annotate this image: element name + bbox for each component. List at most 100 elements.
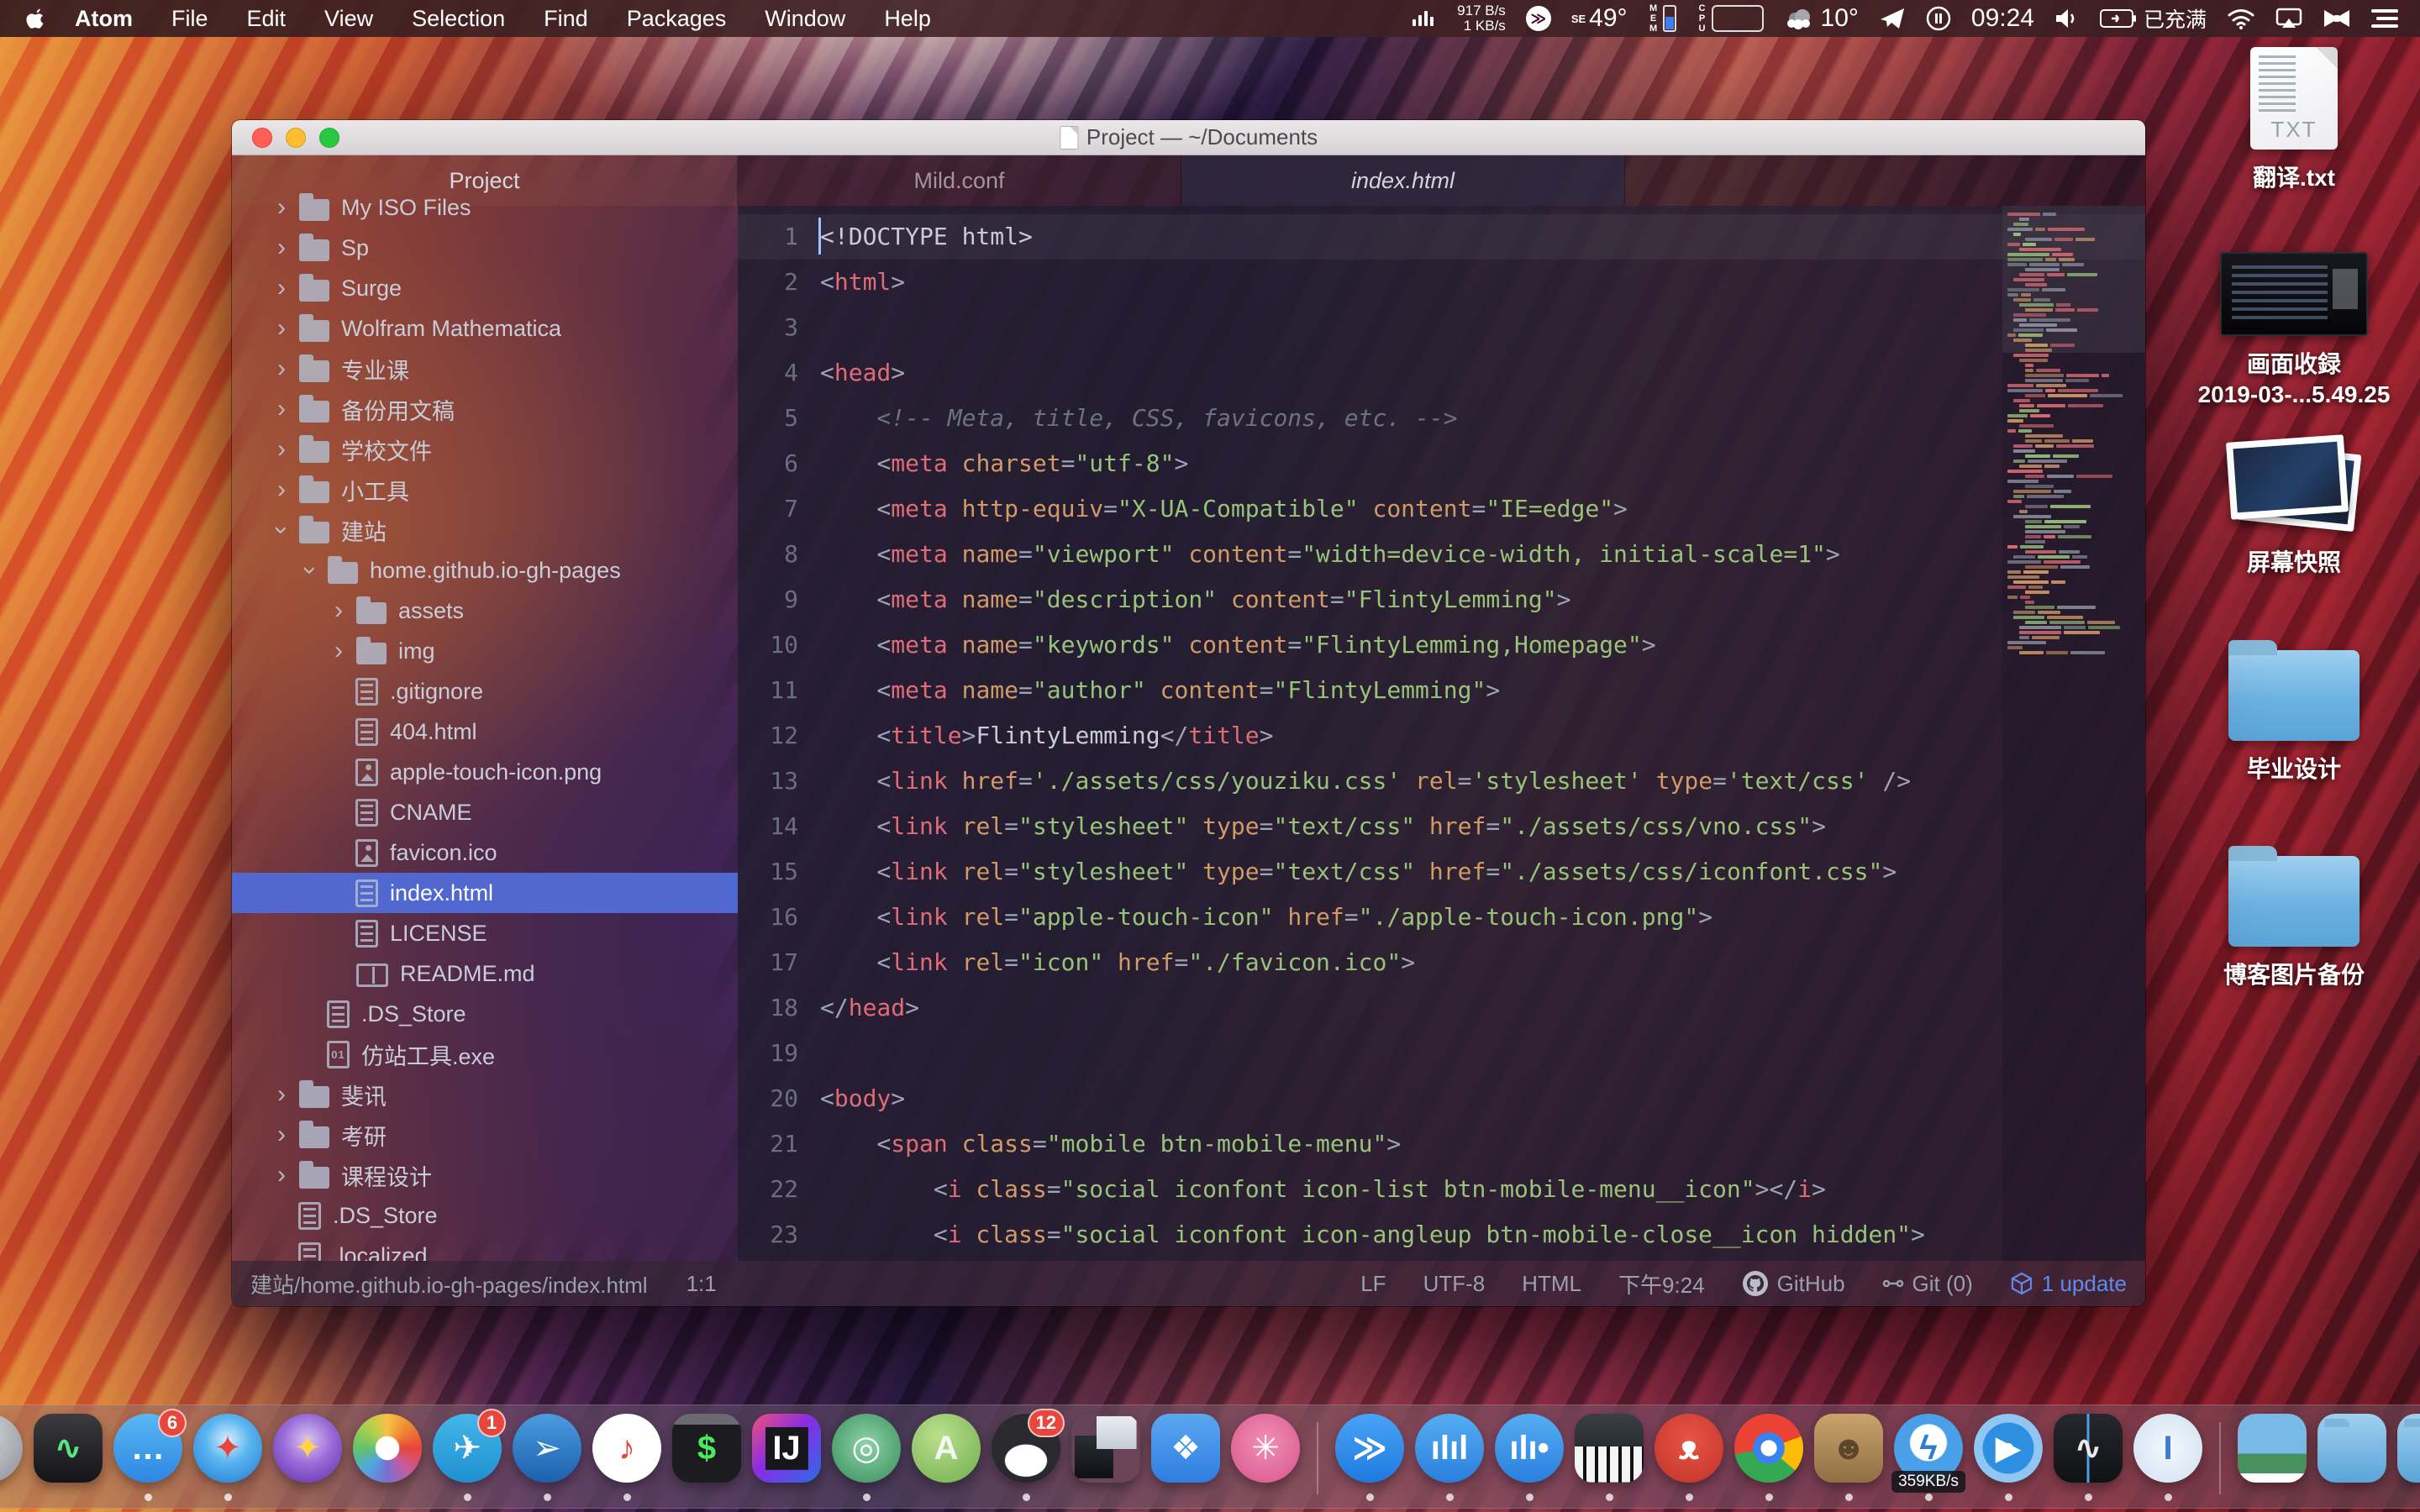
chevron-icon[interactable]: ›	[267, 517, 296, 543]
tree-item-assets[interactable]: ›assets	[232, 591, 738, 631]
menu-item-selection[interactable]: Selection	[392, 0, 524, 37]
tree-item--[interactable]: ›考研	[232, 1115, 738, 1155]
dock-media-player[interactable]: ▶	[1973, 1414, 2044, 1504]
tree-item-home.github.io-gh-pages[interactable]: ›home.github.io-gh-pages	[232, 550, 738, 591]
dock-intellij-idea[interactable]: IJ	[751, 1414, 822, 1504]
desktop-file-recording[interactable]: 画面收録 2019-03-...5.49.25	[2168, 252, 2420, 408]
status-cursor-position[interactable]: 1:1	[687, 1271, 717, 1297]
dock-contacts-folder[interactable]: ☻	[1813, 1414, 1884, 1504]
dock-telegram[interactable]: ✈1	[432, 1414, 502, 1504]
dock-oval-i-app[interactable]: I	[2133, 1414, 2203, 1504]
tree-item-img[interactable]: ›img	[232, 631, 738, 671]
status-time[interactable]: 下午9:24	[1618, 1268, 1705, 1299]
dock-thunder-downloader[interactable]: ϟ359KB/s	[1893, 1414, 1964, 1504]
dock-android-studio[interactable]: A	[911, 1414, 981, 1504]
chevron-icon[interactable]: ›	[296, 558, 324, 583]
chevron-icon[interactable]: ›	[269, 193, 294, 222]
dock-dingtalk[interactable]: ≫	[1334, 1414, 1405, 1504]
chevron-icon[interactable]: ›	[269, 314, 294, 343]
dock-qq[interactable]: 12	[991, 1414, 1061, 1504]
chevron-icon[interactable]: ›	[269, 1121, 294, 1149]
dock-blue-utility[interactable]: ❖	[1150, 1414, 1221, 1504]
status-line-ending[interactable]: LF	[1360, 1271, 1386, 1297]
zoom-button[interactable]	[319, 128, 339, 148]
menu-item-find[interactable]: Find	[524, 0, 608, 37]
tree-item-.localized[interactable]: .localized	[232, 1236, 738, 1261]
tree-item-.ds_store[interactable]: .DS_Store	[232, 1195, 738, 1236]
chevron-icon[interactable]: ›	[269, 274, 294, 302]
tree-item-.gitignore[interactable]: .gitignore	[232, 671, 738, 711]
tree-item-my-iso-files[interactable]: ›My ISO Files	[232, 187, 738, 228]
menu-item-file[interactable]: File	[152, 0, 228, 37]
desktop-folder-graduation[interactable]: 毕业设计	[2168, 638, 2420, 785]
chevron-icon[interactable]: ›	[326, 637, 351, 665]
menu-item-view[interactable]: View	[305, 0, 392, 37]
menu-item-packages[interactable]: Packages	[608, 0, 746, 37]
menu-item-help[interactable]: Help	[865, 0, 950, 37]
dock-voice-clock-app[interactable]: ılı•	[1494, 1414, 1565, 1504]
tree-item--[interactable]: ›专业课	[232, 349, 738, 389]
apple-menu-icon[interactable]	[25, 8, 47, 29]
dock-chat-app[interactable]: …6	[113, 1414, 183, 1504]
tree-item--[interactable]: ›学校文件	[232, 429, 738, 470]
tree-item--[interactable]: ›建站	[232, 510, 738, 550]
chevron-icon[interactable]: ›	[269, 354, 294, 383]
dock-thunderbird[interactable]: ➢	[512, 1414, 582, 1504]
wifi-icon[interactable]	[2227, 8, 2255, 29]
pause-circle-icon[interactable]	[1926, 6, 1951, 31]
dock-windows-folder[interactable]: ⊞	[2396, 1414, 2420, 1504]
updates-status[interactable]: 1 update	[2010, 1271, 2127, 1297]
chevron-icon[interactable]: ›	[269, 234, 294, 262]
tree-item-license[interactable]: LICENSE	[232, 913, 738, 953]
tree-item--[interactable]: ›斐讯	[232, 1074, 738, 1115]
desktop-folder-blog-backup[interactable]: 博客图片备份	[2168, 844, 2420, 990]
tree-item-wolfram-mathematica[interactable]: ›Wolfram Mathematica	[232, 308, 738, 349]
memory-gauge[interactable]: MEM	[1648, 3, 1676, 34]
menu-clock[interactable]: 09:24	[1971, 4, 2034, 33]
tree-item--[interactable]: ›备份用文稿	[232, 389, 738, 429]
battery-item[interactable]: 已充满	[2100, 3, 2207, 34]
dock-photos[interactable]	[352, 1414, 423, 1504]
dock-waveform-monitor[interactable]: ∿	[2053, 1414, 2123, 1504]
chevron-icon[interactable]: ›	[269, 1161, 294, 1189]
sensor-temp[interactable]: SE 49°	[1571, 4, 1628, 33]
git-status[interactable]: Git (0)	[1882, 1271, 1973, 1297]
dock-launchpad[interactable]: ➤	[0, 1414, 24, 1504]
dock-remote-displays[interactable]	[1071, 1414, 1141, 1504]
airplay-icon[interactable]	[2275, 8, 2302, 29]
telegram-menu-icon[interactable]	[1879, 7, 1906, 30]
code-pane[interactable]: <!DOCTYPE html><html><head> <!-- Meta, t…	[798, 206, 2145, 1261]
signal-bars-icon[interactable]	[1412, 8, 1437, 29]
tree-item-404.html[interactable]: 404.html	[232, 711, 738, 752]
dock-voice-wave-app[interactable]: ılıl	[1414, 1414, 1485, 1504]
dock-music[interactable]: ♪	[592, 1414, 662, 1504]
dock-atom-editor[interactable]: ◎	[831, 1414, 902, 1504]
chevron-icon[interactable]: ›	[326, 596, 351, 625]
chevron-icon[interactable]: ›	[269, 435, 294, 464]
desktop-file-screenshots[interactable]: 屏幕快照	[2168, 437, 2420, 578]
dock-red-dog-app[interactable]: ᴥ	[1654, 1414, 1724, 1504]
dock-safari[interactable]: ✦	[192, 1414, 263, 1504]
tree-item-favicon.ico[interactable]: favicon.ico	[232, 832, 738, 873]
desktop-file-txt[interactable]: TXT 翻译.txt	[2168, 47, 2420, 193]
cpu-gauge[interactable]: CPU	[1697, 3, 1764, 34]
status-file-path[interactable]: 建站/home.github.io-gh-pages/index.html	[250, 1268, 648, 1299]
dock-safari-tech-preview[interactable]: ✦	[272, 1414, 343, 1504]
status-grammar[interactable]: HTML	[1522, 1271, 1581, 1297]
status-encoding[interactable]: UTF-8	[1423, 1271, 1486, 1297]
dock-pink-laser-app[interactable]: ✳	[1230, 1414, 1301, 1504]
dock-midi-piano[interactable]	[1574, 1414, 1644, 1504]
menu-app-name[interactable]: Atom	[55, 0, 152, 37]
dingtalk-menu-icon[interactable]: ≫	[1526, 6, 1551, 31]
minimize-button[interactable]	[286, 128, 306, 148]
code-editor[interactable]: 1234567891011121314151617181920212223 <!…	[738, 206, 2145, 1261]
tree-item-readme.md[interactable]: README.md	[232, 953, 738, 994]
list-menu-icon[interactable]	[2371, 8, 2398, 29]
menu-item-window[interactable]: Window	[745, 0, 865, 37]
tree-item--.exe[interactable]: 01仿站工具.exe	[232, 1034, 738, 1074]
window-titlebar[interactable]: Project — ~/Documents	[232, 120, 2145, 155]
dock-image-file[interactable]	[2237, 1414, 2307, 1504]
bowtie-icon[interactable]	[2323, 8, 2351, 29]
tree-item-.ds_store[interactable]: .DS_Store	[232, 994, 738, 1034]
close-button[interactable]	[252, 128, 272, 148]
